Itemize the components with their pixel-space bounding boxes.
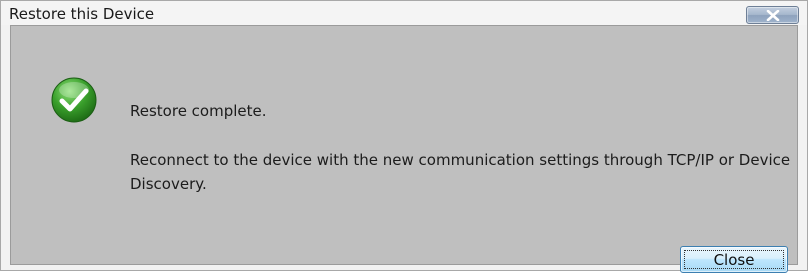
success-check-icon: [51, 77, 97, 123]
dialog-title: Restore this Device: [9, 5, 155, 23]
message-headline: Restore complete.: [130, 102, 267, 120]
close-icon: [766, 10, 780, 21]
close-button-label: Close: [713, 251, 755, 269]
message-detail: Reconnect to the device with the new com…: [130, 151, 791, 193]
title-close-button[interactable]: [746, 6, 799, 24]
dialog-content: Restore complete. Reconnect to the devic…: [10, 25, 798, 273]
title-bar: Restore this Device: [1, 1, 807, 25]
dialog-window: Restore this Device Restore complete. Re…: [0, 0, 808, 273]
close-button[interactable]: Close: [680, 246, 788, 273]
